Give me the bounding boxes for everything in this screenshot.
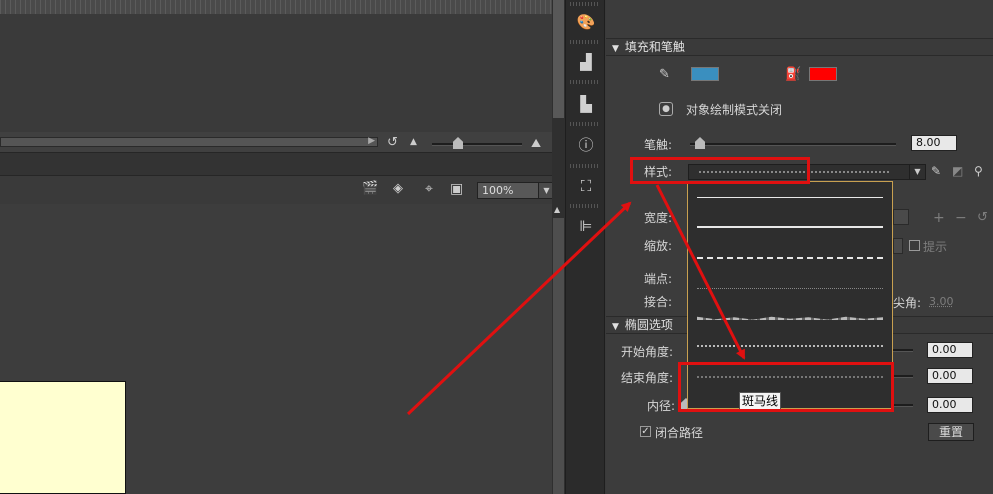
arrow-to-hatched-option (655, 184, 746, 360)
annotation-arrows (406, 184, 746, 416)
arrow-to-style-select (406, 201, 632, 416)
